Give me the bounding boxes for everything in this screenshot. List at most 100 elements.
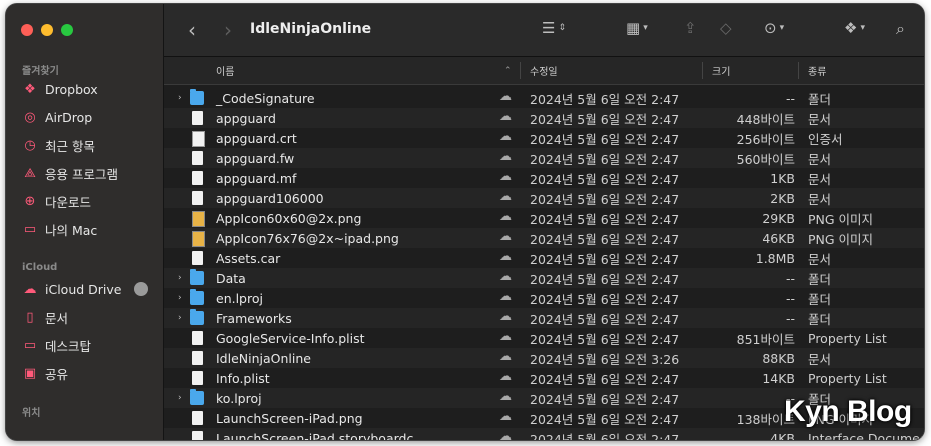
table-row[interactable]: › Frameworks ☁ 2024년 5월 6일 오전 2:47 -- 폴더 (164, 308, 924, 328)
search-button[interactable]: ⌕ (896, 19, 905, 39)
file-size: 2KB (770, 190, 795, 206)
icloud-status-icon: ☁ (499, 429, 512, 440)
disclosure-triangle-icon[interactable]: › (178, 293, 188, 303)
icloud-status-icon: ☁ (499, 189, 512, 204)
column-kind[interactable]: 종류 (808, 57, 826, 84)
sidebar-item-documents[interactable]: ▯ 문서 (22, 306, 160, 328)
file-name: Info.plist (216, 370, 270, 386)
icloud-status-icon: ☁ (499, 109, 512, 124)
file-kind: PNG 이미지 (808, 211, 874, 227)
table-row[interactable]: › en.lproj ☁ 2024년 5월 6일 오전 2:47 -- 폴더 (164, 288, 924, 308)
table-row[interactable]: appguard ☁ 2024년 5월 6일 오전 2:47 448바이트 문서 (164, 108, 924, 128)
file-modified-date: 2024년 5월 6일 오전 2:47 (530, 391, 680, 407)
file-name: IdleNinjaOnline (216, 350, 311, 366)
icloud-status-icon: ☁ (499, 129, 512, 144)
icloud-status-icon: ☁ (499, 169, 512, 184)
desktop-icon: ▭ (23, 337, 37, 353)
sidebar-item-label: 문서 (45, 310, 69, 326)
sidebar-item-label: AirDrop (45, 109, 93, 125)
file-modified-date: 2024년 5월 6일 오전 2:47 (530, 171, 680, 187)
table-row[interactable]: LaunchScreen-iPad.storyboardc ☁ 2024년 5월 6… (164, 428, 924, 440)
folder-icon (190, 269, 204, 285)
file-name: Frameworks (216, 310, 292, 326)
back-button[interactable]: ‹ (188, 18, 196, 42)
table-row[interactable]: GoogleService-Info.plist ☁ 2024년 5월 6일 오전 … (164, 328, 924, 348)
file-modified-date: 2024년 5월 6일 오전 2:47 (530, 191, 680, 207)
icloud-status-icon: ☁ (499, 149, 512, 164)
dropbox-menu-button[interactable]: ❖ ▾ (844, 19, 865, 37)
file-modified-date: 2024년 5월 6일 오전 2:47 (530, 151, 680, 167)
table-row[interactable]: Assets.car ☁ 2024년 5월 6일 오전 2:47 1.8MB 문서 (164, 248, 924, 268)
folder-icon (190, 389, 204, 405)
table-row[interactable]: appguard106000 ☁ 2024년 5월 6일 오전 2:47 2KB 문서 (164, 188, 924, 208)
sidebar-item-airdrop[interactable]: ◎ AirDrop (22, 106, 160, 128)
disclosure-triangle-icon[interactable]: › (178, 93, 188, 103)
file-size: 256바이트 (736, 131, 795, 147)
action-menu-button[interactable]: ⊙ ▾ (764, 19, 784, 37)
list-view-button[interactable]: ☰ ⇕ (542, 19, 566, 37)
file-kind: 문서 (808, 251, 832, 267)
sidebar-section-favorites: 즐겨찾기 (22, 66, 59, 77)
share-button[interactable]: ⇪ (684, 19, 697, 37)
table-row[interactable]: IdleNinjaOnline ☁ 2024년 5월 6일 오전 3:26 88KB 문… (164, 348, 924, 368)
column-name[interactable]: 이름 (216, 57, 234, 84)
table-row[interactable]: Info.plist ☁ 2024년 5월 6일 오전 2:47 14KB Proper… (164, 368, 924, 388)
file-kind: 문서 (808, 351, 832, 367)
file-size: 29KB (762, 210, 795, 226)
certificate-icon (192, 131, 205, 147)
file-name: appguard106000 (216, 190, 324, 206)
sidebar-item-shared[interactable]: ▣ 공유 (22, 362, 160, 384)
table-row[interactable]: appguard.mf ☁ 2024년 5월 6일 오전 2:47 1KB 문서 (164, 168, 924, 188)
sidebar-item-recents[interactable]: ◷ 최근 항목 (22, 134, 160, 156)
folder-icon: ▭ (23, 221, 37, 237)
document-icon (192, 171, 203, 185)
sidebar-item-my-mac[interactable]: ▭ 나의 Mac (22, 218, 160, 240)
table-row[interactable]: AppIcon76x76@2x~ipad.png ☁ 2024년 5월 6일 오전 … (164, 228, 924, 248)
disclosure-triangle-icon[interactable]: › (178, 393, 188, 403)
icloud-status-icon: ☁ (499, 309, 512, 324)
file-size: -- (785, 90, 795, 106)
table-row[interactable]: › _CodeSignature ☁ 2024년 5월 6일 오전 2:47 -- 폴더 (164, 88, 924, 108)
file-modified-date: 2024년 5월 6일 오전 2:47 (530, 111, 680, 127)
icloud-status-icon: ☁ (499, 349, 512, 364)
column-size[interactable]: 크기 (712, 57, 730, 84)
table-row[interactable]: › Data ☁ 2024년 5월 6일 오전 2:47 -- 폴더 (164, 268, 924, 288)
group-button[interactable]: ▦ ▾ (626, 19, 648, 37)
sidebar-item-desktop[interactable]: ▭ 데스크탑 (22, 334, 160, 356)
file-size: 1.8MB (755, 250, 795, 266)
main-content: ‹ › IdleNinjaOnline ☰ ⇕ ▦ ▾ ⇪ ◇ ⊙ ▾ ❖ ▾ ⌕ (164, 4, 924, 440)
sidebar-item-downloads[interactable]: ⊕ 다운로드 (22, 190, 160, 212)
forward-button[interactable]: › (224, 18, 232, 42)
file-kind: 인증서 (808, 131, 843, 147)
column-modified[interactable]: 수정일 (530, 57, 558, 84)
file-modified-date: 2024년 5월 6일 오전 2:47 (530, 411, 680, 427)
ellipsis-circle-icon: ⊙ (764, 19, 777, 37)
document-icon (192, 411, 203, 425)
file-name: appguard.fw (216, 150, 295, 166)
watermark-text: Kyn Blog (784, 395, 912, 428)
image-file-icon (192, 211, 205, 227)
file-name: LaunchScreen-iPad.storyboardc (216, 430, 414, 441)
column-divider[interactable] (520, 62, 521, 79)
sidebar-item-dropbox[interactable]: ❖ Dropbox (22, 78, 160, 100)
file-kind: PNG 이미지 (808, 231, 874, 247)
column-divider[interactable] (702, 62, 703, 79)
disclosure-triangle-icon[interactable]: › (178, 273, 188, 283)
file-size: 560바이트 (736, 151, 795, 167)
minimize-button[interactable] (41, 24, 53, 36)
sidebar-item-icloud-drive[interactable]: ☁ iCloud Drive (22, 278, 160, 300)
file-modified-date: 2024년 5월 6일 오전 3:26 (530, 351, 680, 367)
file-kind: Property List (808, 330, 887, 346)
zoom-button[interactable] (61, 24, 73, 36)
sidebar-item-applications[interactable]: ⟁ 응용 프로그램 (22, 162, 160, 184)
tags-button[interactable]: ◇ (720, 19, 732, 37)
table-row[interactable]: appguard.crt ☁ 2024년 5월 6일 오전 2:47 256바이트 인증… (164, 128, 924, 148)
close-button[interactable] (21, 24, 33, 36)
chevron-down-icon: ▾ (860, 23, 865, 33)
table-row[interactable]: appguard.fw ☁ 2024년 5월 6일 오전 2:47 560바이트 문서 (164, 148, 924, 168)
disclosure-triangle-icon[interactable]: › (178, 313, 188, 323)
column-divider[interactable] (798, 62, 799, 79)
clock-icon: ◷ (24, 137, 36, 153)
file-name: appguard.crt (216, 130, 297, 146)
table-row[interactable]: AppIcon60x60@2x.png ☁ 2024년 5월 6일 오전 2:47 2… (164, 208, 924, 228)
